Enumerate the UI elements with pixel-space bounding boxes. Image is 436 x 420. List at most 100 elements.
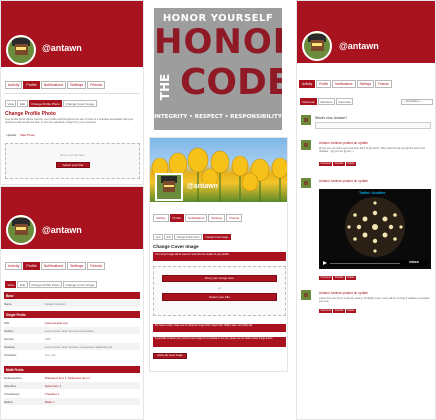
avatar-eyes (15, 227, 27, 230)
subtab-view[interactable]: View (5, 100, 17, 107)
subtab-edit[interactable]: Edit (164, 234, 174, 240)
field-row: Textarea Lorem ipsum dolor sit amet, cons… (4, 343, 140, 350)
subtab-change-photo[interactable]: Change Profile Photo (28, 100, 63, 107)
username-2: @antawn (42, 225, 82, 235)
favorite-button[interactable]: Favorite (333, 308, 346, 313)
tab-activity[interactable]: Activity (5, 262, 23, 270)
tab-profile[interactable]: Profile (23, 262, 40, 270)
subtab-edit[interactable]: Edit (17, 100, 28, 107)
tab-friends[interactable]: Friends (226, 214, 243, 222)
select-file-button[interactable]: Select your File (56, 162, 90, 168)
subtab-change-cover[interactable]: Change Cover Image (203, 234, 231, 240)
comment-button[interactable]: Comment (319, 308, 333, 313)
comment-button[interactable]: Comment (319, 275, 333, 280)
cover-info-2: If you'd like to delete your current cov… (153, 337, 286, 347)
subtab-personal[interactable]: Personal (300, 98, 317, 105)
main-tabs-4: Activity Profile Notifications Settings … (299, 80, 392, 88)
subtab-change-cover[interactable]: Change Cover Image (63, 281, 97, 288)
field-label: Number (4, 336, 14, 341)
subtab-change-photo[interactable]: Change Profile Photo (28, 281, 63, 288)
subtab-change-photo[interactable]: Change Profile Photo (174, 234, 202, 240)
field-value[interactable]: Checkbox 1 (45, 392, 60, 396)
avatar-2[interactable] (6, 215, 36, 245)
field-row: Checkbox Yes, I do (4, 351, 140, 358)
tab-activity[interactable]: Activity (299, 80, 316, 88)
tab-activity[interactable]: Activity (5, 81, 23, 89)
username-3: @antawn (187, 183, 218, 190)
tab-notifications[interactable]: Notifications (40, 81, 67, 89)
upload-tab-upload[interactable]: Upload (5, 132, 18, 137)
avatar[interactable] (6, 35, 36, 65)
cover-select-button[interactable]: Select your File (162, 293, 277, 301)
field-label: Checkbox (4, 352, 17, 357)
whats-new-input[interactable] (315, 122, 431, 129)
tab-settings[interactable]: Settings (208, 214, 226, 222)
cover-info: For better results, make sure to upload … (153, 324, 286, 332)
tab-notifications[interactable]: Notifications (40, 262, 67, 270)
tab-profile[interactable]: Profile (169, 214, 185, 222)
tab-settings[interactable]: Settings (67, 81, 87, 89)
field-value[interactable]: Select Item 1 (45, 384, 61, 388)
video-embed[interactable]: Trailer: Another vimeo (319, 189, 431, 269)
profile-photo-panel: @antawn Activity Profile Notifications S… (0, 0, 144, 185)
comment-button[interactable]: Comment (319, 161, 333, 166)
field-value[interactable]: Multiselect Item 1, Multiselect Item 2 (45, 376, 90, 380)
tab-settings[interactable]: Settings (67, 262, 87, 270)
page-title: Change Profile Photo (5, 111, 56, 117)
activity-meta: Antawn Jamison posted an update (319, 179, 368, 183)
field-row: Name Antawn Jamison (4, 300, 140, 307)
tab-friends[interactable]: Friends (375, 80, 392, 88)
tab-notifications[interactable]: Notifications (185, 214, 208, 222)
avatar-3[interactable] (155, 173, 183, 201)
delete-cover-button[interactable]: Delete My Cover Image (153, 353, 187, 359)
play-icon[interactable] (323, 261, 327, 265)
field-row: URL www.example.com (4, 319, 140, 326)
upload-tab-take-photo[interactable]: Take Photo (18, 132, 37, 137)
delete-button[interactable]: Delete (346, 161, 356, 166)
drop-image-bar: Drop your image here (162, 275, 277, 282)
cover-drop-zone[interactable]: Drop your image here or Select your File (153, 266, 286, 316)
delete-button[interactable]: Delete (346, 275, 356, 280)
favorite-button[interactable]: Favorite (333, 161, 346, 166)
drop-zone[interactable]: Drop your file here Select your File (5, 143, 140, 179)
whats-new-prompt: What's new, Antawn? (315, 116, 348, 120)
subtab-favorites[interactable]: Favorites (336, 98, 354, 105)
field-label: Multiselectbox (4, 375, 22, 380)
main-tabs-2: Activity Profile Notifications Settings … (5, 262, 106, 270)
tab-notifications[interactable]: Notifications (332, 80, 356, 88)
upload-tabs: Upload Take Photo (5, 132, 37, 137)
subtab-change-cover[interactable]: Change Cover Image (63, 100, 97, 107)
avatar-4[interactable] (302, 31, 332, 61)
tab-friends[interactable]: Friends (87, 81, 106, 89)
activity-subtabs: Personal Mentions Favorites (300, 98, 354, 105)
activity-meta: Antawn Jamison posted an update (319, 141, 368, 145)
subtab-view[interactable]: View (5, 281, 17, 288)
activity-filter-select[interactable]: — Everything — (401, 99, 433, 105)
username: @antawn (42, 43, 82, 53)
tab-activity[interactable]: Activity (153, 214, 169, 222)
sub-tabs: View Edit Change Profile Photo Change Co… (5, 100, 97, 107)
tab-settings[interactable]: Settings (356, 80, 375, 88)
tab-friends[interactable]: Friends (87, 262, 106, 270)
cover-title: Change Cover Image (153, 244, 199, 249)
section-header-multi: Multi Fields (4, 366, 140, 373)
field-row: Selectbox Select Item 1 (4, 382, 140, 389)
field-value[interactable]: www.example.com (45, 321, 68, 325)
favorite-button[interactable]: Favorite (333, 275, 346, 280)
poster-tagline: INTEGRITY • RESPECT • RESPONSIBILITY (154, 114, 282, 120)
subtab-edit[interactable]: Edit (17, 281, 28, 288)
avatar-eyes (164, 184, 174, 187)
field-row: Number 1337 (4, 335, 140, 342)
tab-profile[interactable]: Profile (23, 81, 40, 89)
field-value[interactable]: Radio 1 (45, 400, 55, 404)
subtab-mentions[interactable]: Mentions (317, 98, 336, 105)
field-label: URL (4, 320, 10, 325)
subtab-view[interactable]: View (153, 234, 164, 240)
delete-button[interactable]: Delete (346, 308, 356, 313)
tab-profile[interactable]: Profile (316, 80, 332, 88)
activity-meta: Antawn Jamison posted an update (319, 291, 368, 295)
avatar-eyes (311, 43, 323, 46)
field-label: Textbox (4, 328, 14, 333)
video-progress[interactable] (330, 262, 400, 264)
video-controls: vimeo (321, 260, 429, 266)
